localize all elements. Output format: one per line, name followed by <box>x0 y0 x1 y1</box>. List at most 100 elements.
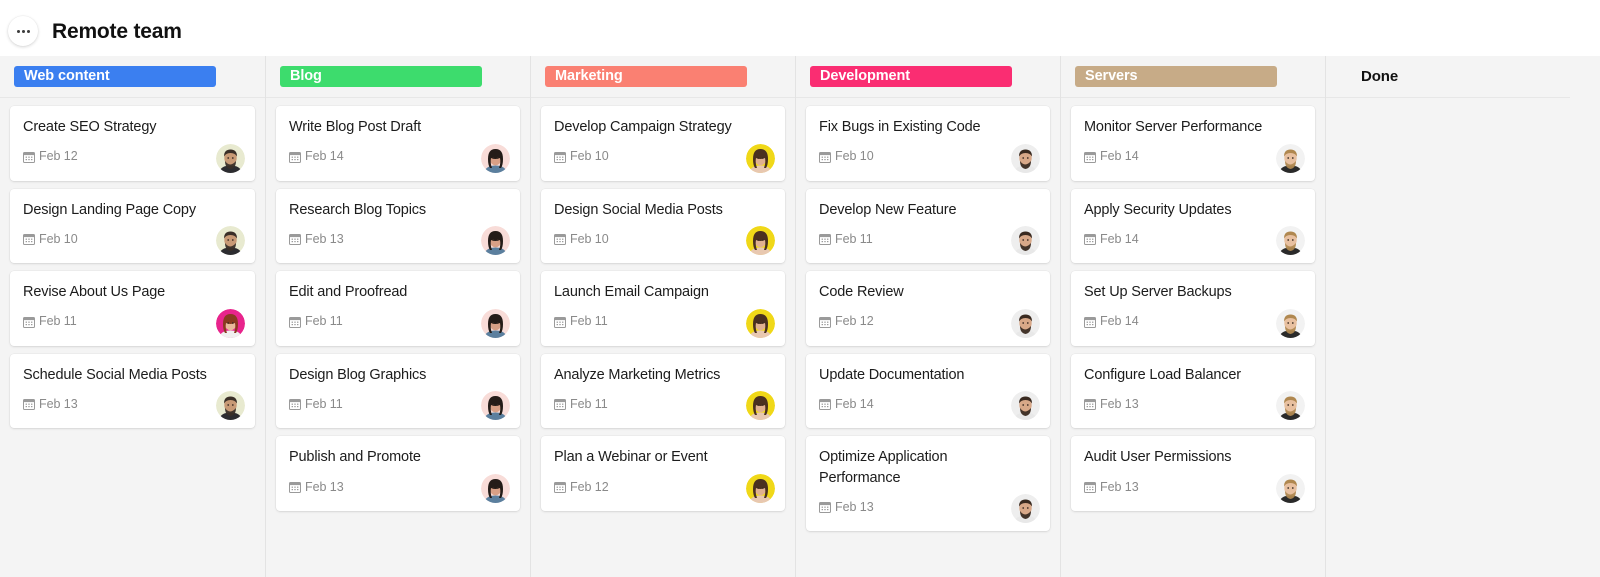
task-due-date: Feb 11 <box>835 231 873 246</box>
task-card[interactable]: Edit and Proofread Feb 11 <box>276 271 520 346</box>
avatar[interactable] <box>216 226 245 256</box>
avatar[interactable] <box>481 143 510 173</box>
avatar[interactable] <box>746 473 775 503</box>
task-card[interactable]: Fix Bugs in Existing Code Feb 10 <box>806 106 1050 181</box>
column-cards-done <box>1326 98 1570 577</box>
task-card[interactable]: Write Blog Post Draft Feb 14 <box>276 106 520 181</box>
task-card[interactable]: Update Documentation Feb 14 <box>806 353 1050 429</box>
task-meta: Feb 12 <box>554 473 773 501</box>
avatar[interactable] <box>746 308 775 338</box>
task-title: Audit User Permissions <box>1084 449 1232 466</box>
task-card[interactable]: Revise About Us Page Feb 11 <box>10 271 255 346</box>
calendar-icon <box>1084 233 1100 246</box>
task-due-date: Feb 11 <box>305 397 343 412</box>
task-due-date: Feb 14 <box>1100 231 1139 246</box>
task-card[interactable]: Optimize Application Performance Feb 13 <box>806 436 1050 532</box>
task-meta: Feb 12 <box>819 308 1038 336</box>
avatar[interactable] <box>1011 143 1040 173</box>
task-meta: Feb 14 <box>1084 308 1303 336</box>
task-due-date: Feb 11 <box>570 397 608 412</box>
board-column-development: Development Fix Bugs in Existing Code Feb… <box>795 56 1060 577</box>
avatar[interactable] <box>481 473 510 503</box>
task-meta: Feb 11 <box>554 308 773 336</box>
avatar[interactable] <box>216 308 245 338</box>
kanban-board: Web content Create SEO Strategy Feb 12 De… <box>0 56 1600 577</box>
calendar-icon <box>554 151 570 163</box>
column-cards-web-content: Create SEO Strategy Feb 12 Design Landin… <box>0 98 265 577</box>
column-header-marketing[interactable]: Marketing <box>531 56 795 98</box>
task-card[interactable]: Develop Campaign Strategy Feb 10 <box>541 106 785 181</box>
column-header-web-content[interactable]: Web content <box>0 56 265 98</box>
task-card[interactable]: Plan a Webinar or Event Feb 12 <box>541 436 785 511</box>
task-card[interactable]: Create SEO Strategy Feb 12 <box>10 106 255 181</box>
calendar-icon <box>289 481 305 493</box>
task-card[interactable]: Set Up Server Backups Feb 14 <box>1071 271 1315 346</box>
task-meta: Feb 11 <box>23 308 243 336</box>
calendar-icon <box>289 233 305 246</box>
task-due-date: Feb 13 <box>39 397 78 412</box>
avatar[interactable] <box>1276 308 1305 338</box>
task-card[interactable]: Design Blog Graphics Feb 11 <box>276 353 520 429</box>
task-card[interactable]: Monitor Server Performance Feb 14 <box>1071 106 1315 181</box>
column-title-development: Development <box>810 66 1012 87</box>
avatar[interactable] <box>746 143 775 173</box>
task-card[interactable]: Research Blog Topics Feb 13 <box>276 188 520 264</box>
column-header-done[interactable]: Done <box>1326 56 1570 98</box>
task-title: Set Up Server Backups <box>1084 284 1232 301</box>
calendar-icon <box>819 151 835 163</box>
task-due-date: Feb 13 <box>305 231 344 246</box>
ellipsis-icon[interactable] <box>8 16 38 46</box>
task-card[interactable]: Schedule Social Media Posts Feb 13 <box>10 353 255 429</box>
avatar[interactable] <box>1011 226 1040 256</box>
task-due-date: Feb 13 <box>1100 479 1139 494</box>
column-header-blog[interactable]: Blog <box>266 56 530 98</box>
avatar[interactable] <box>1011 308 1040 338</box>
page-title: Remote team <box>52 19 182 43</box>
task-title: Monitor Server Performance <box>1084 119 1263 135</box>
task-title: Update Documentation <box>819 366 965 383</box>
column-header-servers[interactable]: Servers <box>1061 56 1325 98</box>
task-title: Optimize Application Performance <box>819 449 948 486</box>
task-title: Develop New Feature <box>819 201 957 218</box>
task-title: Revise About Us Page <box>23 284 166 301</box>
column-header-development[interactable]: Development <box>796 56 1060 98</box>
task-title: Analyze Marketing Metrics <box>554 366 721 383</box>
avatar[interactable] <box>481 308 510 338</box>
task-card[interactable]: Design Social Media Posts Feb 10 <box>541 188 785 264</box>
board-column-web-content: Web content Create SEO Strategy Feb 12 De… <box>0 56 265 577</box>
task-due-date: Feb 11 <box>39 314 77 329</box>
task-due-date: Feb 10 <box>570 149 609 164</box>
task-title: Launch Email Campaign <box>554 284 709 301</box>
avatar[interactable] <box>216 143 245 173</box>
task-card[interactable]: Launch Email Campaign Feb 11 <box>541 271 785 346</box>
avatar[interactable] <box>1276 226 1305 256</box>
task-due-date: Feb 13 <box>1100 397 1139 412</box>
task-card[interactable]: Configure Load Balancer Feb 13 <box>1071 353 1315 429</box>
task-meta: Feb 13 <box>1084 390 1303 418</box>
task-card[interactable]: Audit User Permissions Feb 13 <box>1071 436 1315 511</box>
task-card[interactable]: Develop New Feature Feb 11 <box>806 188 1050 264</box>
task-card[interactable]: Publish and Promote Feb 13 <box>276 436 520 511</box>
column-title-servers: Servers <box>1075 66 1277 87</box>
avatar[interactable] <box>481 226 510 256</box>
calendar-icon <box>1084 316 1100 328</box>
task-due-date: Feb 13 <box>835 500 874 515</box>
task-card[interactable]: Analyze Marketing Metrics Feb 11 <box>541 353 785 429</box>
task-card[interactable]: Design Landing Page Copy Feb 10 <box>10 188 255 264</box>
task-card[interactable]: Code Review Feb 12 <box>806 271 1050 346</box>
calendar-icon <box>23 398 39 411</box>
calendar-icon <box>1084 151 1100 163</box>
calendar-icon <box>554 316 570 328</box>
task-meta: Feb 10 <box>819 143 1038 171</box>
task-due-date: Feb 12 <box>835 314 874 329</box>
avatar[interactable] <box>746 226 775 256</box>
task-meta: Feb 11 <box>554 390 773 418</box>
task-title: Plan a Webinar or Event <box>554 449 708 466</box>
avatar[interactable] <box>1276 143 1305 173</box>
task-meta: Feb 13 <box>1084 473 1303 501</box>
column-title-marketing: Marketing <box>545 66 747 87</box>
calendar-icon <box>554 398 570 411</box>
avatar[interactable] <box>1276 473 1305 503</box>
task-card[interactable]: Apply Security Updates Feb 14 <box>1071 188 1315 264</box>
task-meta: Feb 11 <box>289 308 508 336</box>
